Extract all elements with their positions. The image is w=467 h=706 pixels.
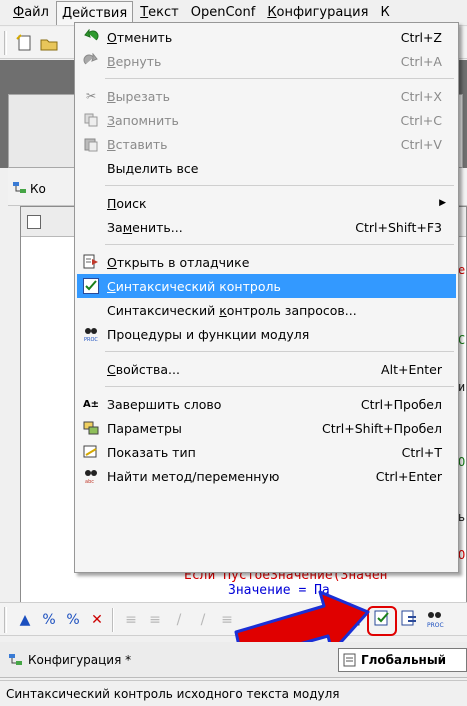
menu-actions[interactable]: Действия xyxy=(55,0,134,25)
open-debugger-icon xyxy=(83,254,99,270)
menu-item-replace[interactable]: Заменить... Ctrl+Shift+F3 xyxy=(77,215,456,239)
new-file-icon[interactable] xyxy=(14,32,36,54)
tree-icon xyxy=(9,654,22,665)
status-text: Синтаксический контроль исходного текста… xyxy=(6,687,340,701)
menu-text[interactable]: Текст xyxy=(135,1,184,24)
complete-word-icon: A± xyxy=(82,398,100,410)
svg-text:PROC: PROC xyxy=(427,622,444,629)
paste-icon xyxy=(83,136,99,152)
show-type-icon xyxy=(83,444,99,460)
menu-item-select-all[interactable]: Выделить все xyxy=(77,156,456,180)
menu-item-paste[interactable]: Вставить Ctrl+V xyxy=(77,132,456,156)
find-method-icon: abc xyxy=(83,468,99,484)
undo-icon xyxy=(83,29,99,45)
menu-openconf[interactable]: OpenConf xyxy=(186,1,261,24)
open-file-icon[interactable] xyxy=(38,32,60,54)
menu-item-cut[interactable]: ✂ Вырезать Ctrl+X xyxy=(77,84,456,108)
tab-global-module[interactable]: Глобальный xyxy=(338,648,467,672)
module-icon xyxy=(343,653,356,667)
code-fragment: ь xyxy=(458,510,466,524)
menu-item-find-method[interactable]: abc Найти метод/переменную Ctrl+Enter xyxy=(77,464,456,488)
bookmark-next-icon[interactable]: % xyxy=(38,609,60,631)
menu-separator xyxy=(105,386,454,387)
menu-item-undo[interactable]: Отменить Ctrl+Z xyxy=(77,25,456,49)
menu-file[interactable]: Файл xyxy=(8,1,54,24)
menu-item-parameters[interactable]: Параметры Ctrl+Shift+Пробел xyxy=(77,416,456,440)
config-window-label: Ко xyxy=(30,182,46,196)
syntax-check-icon xyxy=(83,278,99,294)
svg-text:abc: abc xyxy=(85,479,94,484)
procedures-icon: PROC xyxy=(83,326,99,342)
code-fragment: е xyxy=(458,263,466,277)
indent-icon[interactable]: ≡ xyxy=(120,609,142,631)
parameters-icon xyxy=(83,420,99,436)
menu-separator xyxy=(105,244,454,245)
query-check-icon[interactable] xyxy=(398,609,420,631)
menu-configuration[interactable]: Конфигурация xyxy=(262,1,373,24)
bookmark-prev-icon[interactable]: % xyxy=(62,609,84,631)
menu-item-copy[interactable]: Запомнить Ctrl+C xyxy=(77,108,456,132)
uncomment-icon[interactable]: / xyxy=(192,609,214,631)
status-bar: Синтаксический контроль исходного текста… xyxy=(0,680,467,706)
procedures-icon[interactable]: PROC xyxy=(424,609,446,631)
menu-item-search[interactable]: Поиск ▶ xyxy=(77,191,456,215)
cut-icon: ✂ xyxy=(85,89,97,103)
comment-icon[interactable]: / xyxy=(168,609,190,631)
menu-separator xyxy=(105,78,454,79)
menu-item-procedures[interactable]: PROC Процедуры и функции модуля xyxy=(77,322,456,346)
menu-item-redo[interactable]: Вернуть Ctrl+A xyxy=(77,49,456,73)
svg-text:PROC: PROC xyxy=(84,337,98,342)
menu-item-show-type[interactable]: Показать тип Ctrl+T xyxy=(77,440,456,464)
actions-dropdown: Отменить Ctrl+Z Вернуть Ctrl+A ✂ Вырезат… xyxy=(74,22,459,573)
menu-item-query-syntax-check[interactable]: Синтаксический контроль запросов... xyxy=(77,298,456,322)
menu-separator xyxy=(105,351,454,352)
code-fragment: и xyxy=(458,380,466,394)
code-fragment: О xyxy=(458,548,466,562)
menu-item-properties[interactable]: Свойства... Alt+Enter xyxy=(77,357,456,381)
bookmark-clear-icon[interactable]: ✕ xyxy=(86,609,108,631)
menu-item-complete-word[interactable]: A± Завершить слово Ctrl+Пробел xyxy=(77,392,456,416)
menu-item-open-debugger[interactable]: Открыть в отладчике xyxy=(77,250,456,274)
submenu-arrow-icon: ▶ xyxy=(439,198,446,208)
redo-icon xyxy=(83,53,99,69)
tab-configuration[interactable]: Конфигурация * xyxy=(8,652,131,668)
menu-item-syntax-check[interactable]: Синтаксический контроль xyxy=(77,274,456,298)
menu-separator xyxy=(105,185,454,186)
code-fragment: О xyxy=(458,455,466,469)
copy-icon xyxy=(83,112,99,128)
outdent-icon[interactable]: ≡ xyxy=(144,609,166,631)
tree-icon xyxy=(13,182,26,193)
bookmark-toggle-icon[interactable]: ▲ xyxy=(14,609,36,631)
menu-more[interactable]: К xyxy=(375,1,394,24)
code-fragment: С xyxy=(458,333,466,347)
window-tabs: Конфигурация * Глобальный xyxy=(0,642,467,678)
